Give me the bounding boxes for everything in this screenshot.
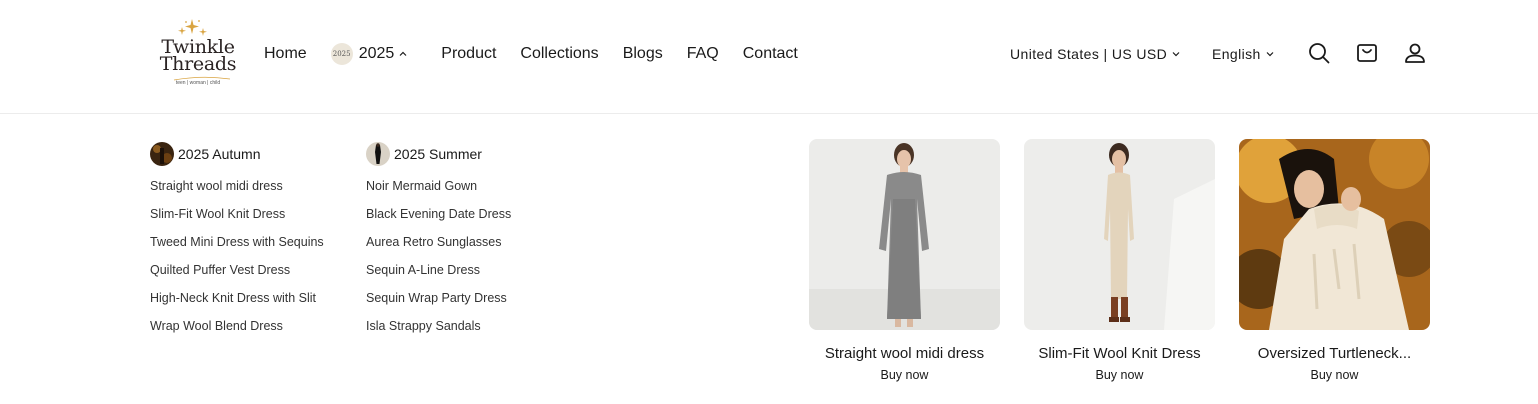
menu-link[interactable]: High-Neck Knit Dress with Slit: [150, 290, 324, 318]
buy-now-link[interactable]: Buy now: [1239, 368, 1430, 382]
menu-link[interactable]: Quilted Puffer Vest Dress: [150, 262, 324, 290]
language-selector[interactable]: English: [1212, 42, 1274, 66]
product-card[interactable]: Slim-Fit Wool Knit Dress Buy now: [1024, 139, 1215, 382]
brand-logo[interactable]: Twinkle Threads teen | woman | child: [158, 18, 238, 90]
region-label: United States | US USD: [1010, 46, 1168, 62]
product-name[interactable]: Straight wool midi dress: [809, 345, 1000, 362]
column-header[interactable]: 2025 Autumn: [150, 142, 324, 166]
language-label: English: [1212, 46, 1261, 62]
chevron-up-icon: [399, 51, 407, 56]
buy-now-link[interactable]: Buy now: [809, 368, 1000, 382]
nav-label: FAQ: [686, 45, 719, 62]
region-selector[interactable]: United States | US USD: [1010, 42, 1180, 66]
menu-link[interactable]: Straight wool midi dress: [150, 178, 324, 206]
nav-item-home[interactable]: Home: [264, 45, 307, 63]
menu-link[interactable]: Tweed Mini Dress with Sequins: [150, 234, 324, 262]
column-title: 2025 Summer: [394, 146, 482, 162]
nav-label: Product: [441, 45, 497, 62]
nav-label: Contact: [742, 45, 798, 62]
sparkle-icon: [178, 19, 207, 36]
menu-link[interactable]: Slim-Fit Wool Knit Dress: [150, 206, 324, 234]
brand-name-line2: Threads: [159, 53, 237, 75]
menu-link[interactable]: Black Evening Date Dress: [366, 206, 511, 234]
product-card[interactable]: Straight wool midi dress Buy now: [809, 139, 1000, 382]
nav-label: Home: [264, 45, 307, 62]
site-header: Twinkle Threads teen | woman | child Hom…: [0, 0, 1538, 114]
nav-label: Blogs: [622, 45, 663, 62]
product-image[interactable]: [1024, 139, 1215, 330]
product-name[interactable]: Slim-Fit Wool Knit Dress: [1024, 345, 1215, 362]
brand-tagline: teen | woman | child: [175, 80, 221, 86]
search-button[interactable]: [1307, 41, 1331, 65]
nav-item-faq[interactable]: FAQ: [687, 45, 719, 63]
account-button[interactable]: [1403, 41, 1427, 65]
account-icon: [1405, 43, 1425, 63]
summer-thumbnail: [366, 142, 390, 166]
product-image[interactable]: [809, 139, 1000, 330]
chevron-down-icon: [1266, 52, 1274, 57]
cart-button[interactable]: [1355, 41, 1379, 65]
nav-item-collections[interactable]: Collections: [520, 45, 598, 63]
nav-label: Collections: [520, 45, 599, 62]
product-name[interactable]: Oversized Turtleneck...: [1239, 345, 1430, 362]
nav-item-2025[interactable]: 2025 2025: [330, 43, 408, 65]
nav-item-product[interactable]: Product: [441, 45, 496, 63]
search-icon: [1309, 43, 1330, 64]
year-badge: 2025: [330, 43, 353, 65]
nav-label: 2025: [358, 45, 395, 62]
buy-now-link[interactable]: Buy now: [1024, 368, 1215, 382]
autumn-thumbnail: [150, 142, 174, 166]
menu-link[interactable]: Aurea Retro Sunglasses: [366, 234, 511, 262]
product-image[interactable]: [1239, 139, 1430, 330]
menu-column-summer: 2025 Summer Noir Mermaid Gown Black Even…: [366, 142, 511, 346]
menu-link[interactable]: Sequin A-Line Dress: [366, 262, 511, 290]
menu-column-autumn: 2025 Autumn Straight wool midi dress Sli…: [150, 142, 324, 346]
menu-link[interactable]: Isla Strappy Sandals: [366, 318, 511, 346]
chevron-down-icon: [1172, 52, 1180, 57]
column-title: 2025 Autumn: [178, 146, 261, 162]
nav-item-contact[interactable]: Contact: [743, 45, 798, 63]
product-card[interactable]: Oversized Turtleneck... Buy now: [1239, 139, 1430, 382]
nav-item-blogs[interactable]: Blogs: [623, 45, 663, 63]
menu-link[interactable]: Wrap Wool Blend Dress: [150, 318, 324, 346]
menu-link[interactable]: Noir Mermaid Gown: [366, 178, 511, 206]
main-nav: Home 2025 2025 Product Collections Blogs…: [264, 42, 822, 66]
cart-icon: [1357, 44, 1377, 62]
menu-link[interactable]: Sequin Wrap Party Dress: [366, 290, 511, 318]
column-header[interactable]: 2025 Summer: [366, 142, 511, 166]
